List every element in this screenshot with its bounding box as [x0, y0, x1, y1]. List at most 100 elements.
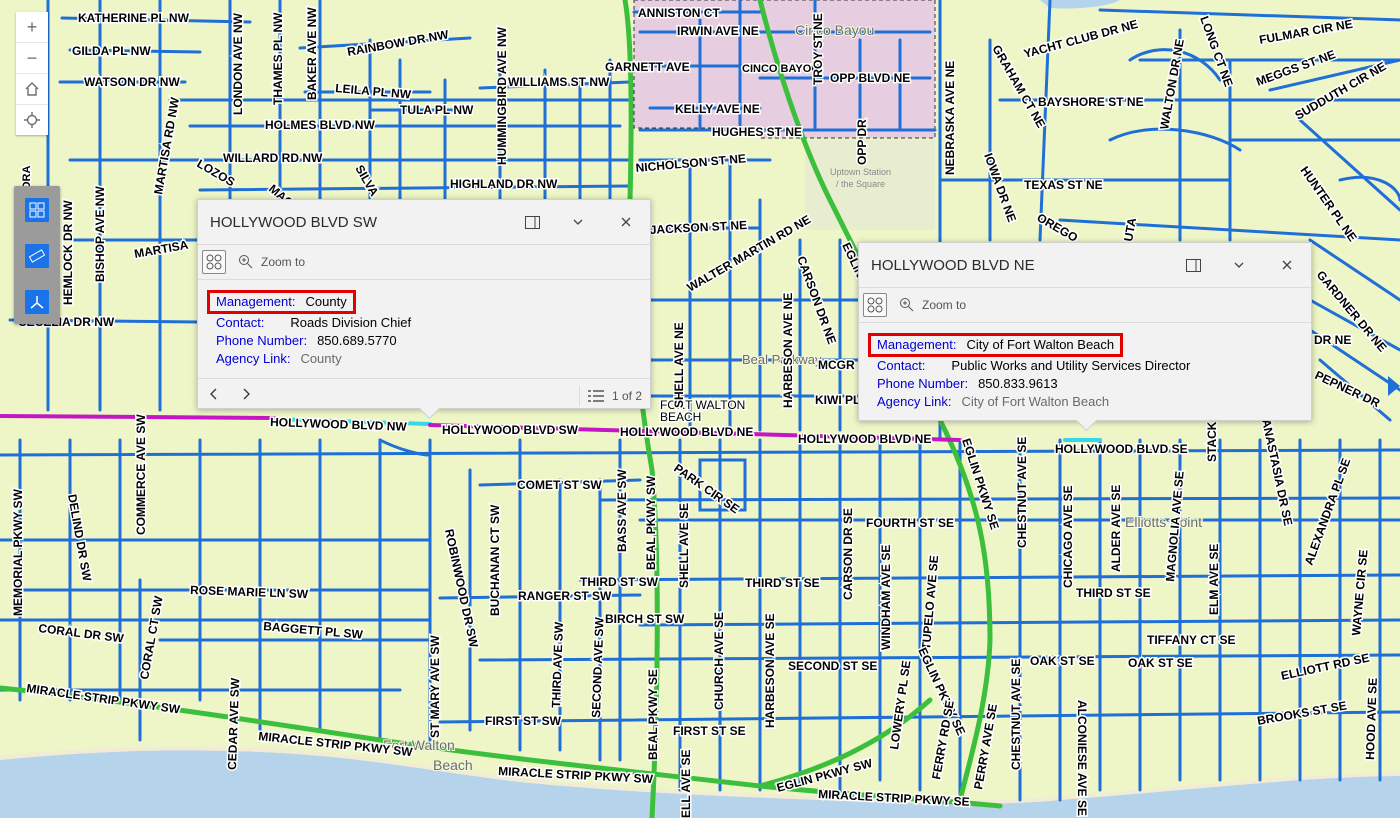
label-hollywood-ne2: HOLLYWOOD BLVD NE — [798, 432, 931, 446]
list-icon — [587, 390, 604, 402]
zoom-in-icon — [900, 298, 914, 312]
popup-content: Management: City of Fort Walton Beach Con… — [859, 323, 1311, 421]
label-hummingbird: HUMMINGBIRD AVE NW — [495, 26, 509, 165]
previous-feature-button[interactable] — [210, 387, 218, 403]
label-alder: ALDER AVE SE — [1109, 485, 1123, 572]
label-katherine: KATHERINE PL NW — [78, 11, 190, 25]
popup-content: Management: County Contact: Roads Division… — [198, 280, 650, 378]
label-opp-dr: OPP DR — [855, 119, 869, 165]
label-chestnut: CHESTNUT AVE SE — [1015, 437, 1029, 548]
label-watson: WATSON DR NW — [84, 75, 180, 89]
features-button[interactable] — [863, 293, 887, 317]
label-shell-ne: SHELL AVE NE — [672, 322, 686, 408]
locate-button[interactable] — [16, 105, 48, 135]
label-oak: OAK ST SE — [1030, 654, 1095, 668]
management-value: City of Fort Walton Beach — [966, 337, 1115, 352]
label-first-se: FIRST ST SE — [673, 724, 746, 738]
label-stack: STACK — [1205, 421, 1219, 462]
zoom-out-button[interactable]: − — [16, 43, 48, 74]
chevron-down-icon — [1234, 262, 1244, 268]
label-windham: WINDHAM AVE SE — [879, 545, 893, 650]
chevron-down-icon — [573, 219, 583, 225]
collapse-button[interactable] — [570, 214, 586, 230]
management-value: County — [305, 294, 347, 309]
popup-hollywood-ne: HOLLYWOOD BLVD NE Zoom to Management: Cit… — [858, 242, 1312, 432]
label-harbeson-ne: HARBESON AVE NE — [781, 293, 795, 408]
label-opp-blvd: OPP BLVD NE — [830, 71, 910, 85]
features-icon — [206, 254, 222, 270]
label-kiwi: KIWI PL — [815, 393, 860, 407]
label-anniston: ANNISTON CT — [638, 6, 720, 20]
label-shell-se: SHELL AVE SE — [677, 503, 691, 588]
management-highlight: Management: County — [207, 290, 356, 314]
measure-button[interactable] — [25, 244, 49, 268]
management-label: Management: — [877, 337, 957, 352]
phone-value: 850.689.5770 — [317, 333, 397, 348]
label-mcgr: MCGR — [818, 358, 855, 372]
zoom-in-button[interactable]: + — [16, 12, 48, 43]
label-elm: ELM AVE SE — [1207, 544, 1221, 615]
label-hollywood-se: HOLLYWOOD BLVD SE — [1055, 442, 1188, 456]
label-garnett: GARNETT AVE — [605, 60, 690, 74]
close-button[interactable] — [618, 214, 634, 230]
agency-link[interactable]: City of Fort Walton Beach — [961, 394, 1109, 409]
phone-label: Phone Number: — [877, 376, 969, 391]
label-first-sw: FIRST ST SW — [485, 714, 562, 728]
label-texas: TEXAS ST NE — [1024, 178, 1103, 192]
label-ranger: RANGER ST SW — [518, 589, 612, 603]
label-memorial: MEMORIAL PKWY SW — [11, 488, 25, 616]
place-fwb-biz2: BEACH — [660, 410, 701, 424]
label-second-se: SECOND ST SE — [788, 659, 877, 673]
feature-count-label: 1 of 2 — [611, 389, 642, 403]
coordinate-button[interactable] — [25, 290, 49, 314]
dock-button[interactable] — [524, 214, 540, 230]
place-cinco-bayou: Cinco Bayou — [795, 22, 874, 38]
collapse-button[interactable] — [1231, 257, 1247, 273]
zoom-to-button[interactable]: Zoom to — [899, 297, 966, 312]
label-highland: HIGHLAND DR NW — [450, 177, 558, 191]
locate-icon — [24, 112, 40, 128]
label-chestnut2: CHESTNUT AVE SE — [1009, 659, 1023, 770]
label-irwin: IRWIN AVE NE — [677, 24, 759, 38]
phone-label: Phone Number: — [216, 333, 308, 348]
label-hood: HOOD AVE SE — [1363, 678, 1380, 760]
label-bass: BASS AVE SW — [615, 469, 629, 552]
label-ell-ave: ELL AVE SE — [679, 750, 693, 818]
label-hughes: HUGHES ST NE — [712, 125, 802, 139]
label-baker: BAKER AVE NW — [305, 7, 319, 100]
dock-button[interactable] — [1185, 257, 1201, 273]
features-button[interactable] — [202, 250, 226, 274]
label-bishop: BISHOP AVE NW — [93, 186, 107, 282]
chevron-left-icon — [210, 388, 217, 400]
ruler-icon — [29, 249, 45, 263]
home-button[interactable] — [16, 74, 48, 105]
place-cinco-bayou-label: CINCO BAYOU — [742, 63, 819, 75]
grid-icon — [29, 202, 45, 218]
next-feature-button[interactable] — [242, 387, 250, 403]
label-willard: WILLARD RD NW — [223, 151, 323, 165]
label-tiffany: TIFFANY CT SE — [1147, 633, 1235, 647]
popup-action-bar: Zoom to — [198, 244, 650, 280]
zoom-to-button[interactable]: Zoom to — [238, 254, 305, 269]
label-birch: BIRCH ST SW — [605, 612, 685, 626]
label-beal-sw: BEAL PKWY SW — [644, 475, 658, 570]
zoom-control: + − — [16, 12, 48, 135]
feature-count[interactable]: 1 of 2 — [578, 386, 642, 406]
place-uptown-station: Uptown Station — [830, 167, 891, 177]
home-icon — [25, 82, 39, 96]
label-harbeson-se: HARBESON AVE SE — [763, 613, 777, 728]
basemap-gallery-button[interactable] — [25, 198, 49, 222]
place-beach: Beach — [433, 757, 473, 773]
label-holmes: HOLMES BLVD NW — [265, 118, 375, 132]
management-highlight: Management: City of Fort Walton Beach — [868, 333, 1124, 357]
agency-link[interactable]: County — [300, 351, 341, 366]
phone-value: 850.833.9613 — [978, 376, 1058, 391]
popup-action-bar: Zoom to — [859, 287, 1311, 323]
contact-value: Roads Division Chief — [290, 315, 412, 330]
label-london: LONDON AVE NW — [231, 12, 245, 115]
label-commerce: COMMERCE AVE SW — [134, 414, 148, 535]
zoom-in-icon — [239, 255, 253, 269]
label-third-st-se2: THIRD ST SE — [1076, 586, 1151, 600]
label-oak2: OAK ST SE — [1128, 656, 1193, 670]
close-button[interactable] — [1279, 257, 1295, 273]
